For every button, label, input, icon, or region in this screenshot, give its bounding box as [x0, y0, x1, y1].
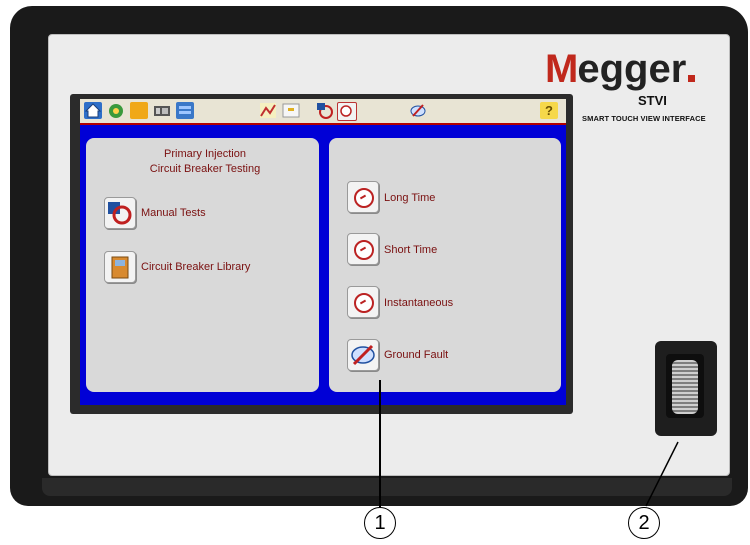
ground-fault-button[interactable]: [347, 339, 379, 371]
short-time-button[interactable]: [347, 233, 379, 265]
manual-tests-label[interactable]: Manual Tests: [141, 207, 206, 219]
manual-tests-button[interactable]: [104, 197, 136, 229]
clock-icon: [354, 188, 374, 208]
terminal-icon[interactable]: [282, 102, 300, 119]
model-name: STVI: [638, 93, 667, 108]
long-time-button[interactable]: [347, 181, 379, 213]
model-subtitle: SMART TOUCH VIEW INTERFACE: [582, 114, 706, 123]
settings-icon[interactable]: [107, 102, 125, 119]
long-time-label[interactable]: Long Time: [384, 192, 435, 204]
ground-fault-label[interactable]: Ground Fault: [384, 349, 448, 361]
help-icon[interactable]: ?: [540, 102, 558, 119]
ground-fault-icon[interactable]: [409, 102, 427, 119]
panel-title-line2: Circuit Breaker Testing: [149, 163, 261, 175]
panel-title-line1: Primary Injection: [164, 148, 246, 160]
logo-initial: M: [545, 47, 578, 91]
display-icon[interactable]: [176, 102, 194, 119]
chart-icon[interactable]: [259, 102, 277, 119]
callout-2: 2: [628, 507, 660, 539]
device-base: [42, 478, 732, 496]
circuit-breaker-library-label[interactable]: Circuit Breaker Library: [141, 261, 250, 273]
callout-2-leader: [645, 441, 679, 507]
callout-1-leader: [379, 380, 381, 507]
devices-icon[interactable]: [153, 102, 171, 119]
logo-dot: [688, 75, 696, 82]
circuit-breaker-library-button[interactable]: [104, 251, 136, 283]
instantaneous-label[interactable]: Instantaneous: [384, 297, 453, 309]
instantaneous-button[interactable]: [347, 286, 379, 318]
control-knob[interactable]: [672, 360, 698, 414]
home-icon[interactable]: [84, 102, 102, 119]
timer-icon[interactable]: [337, 102, 357, 121]
clock-icon: [354, 293, 374, 313]
clock-icon: [354, 240, 374, 260]
manual-test-icon[interactable]: [316, 102, 334, 119]
megger-logo: Megger: [545, 48, 715, 90]
logo-text: egger: [577, 47, 687, 91]
callout-1: 1: [364, 507, 396, 539]
short-time-label[interactable]: Short Time: [384, 244, 437, 256]
folder-icon[interactable]: [130, 102, 148, 119]
